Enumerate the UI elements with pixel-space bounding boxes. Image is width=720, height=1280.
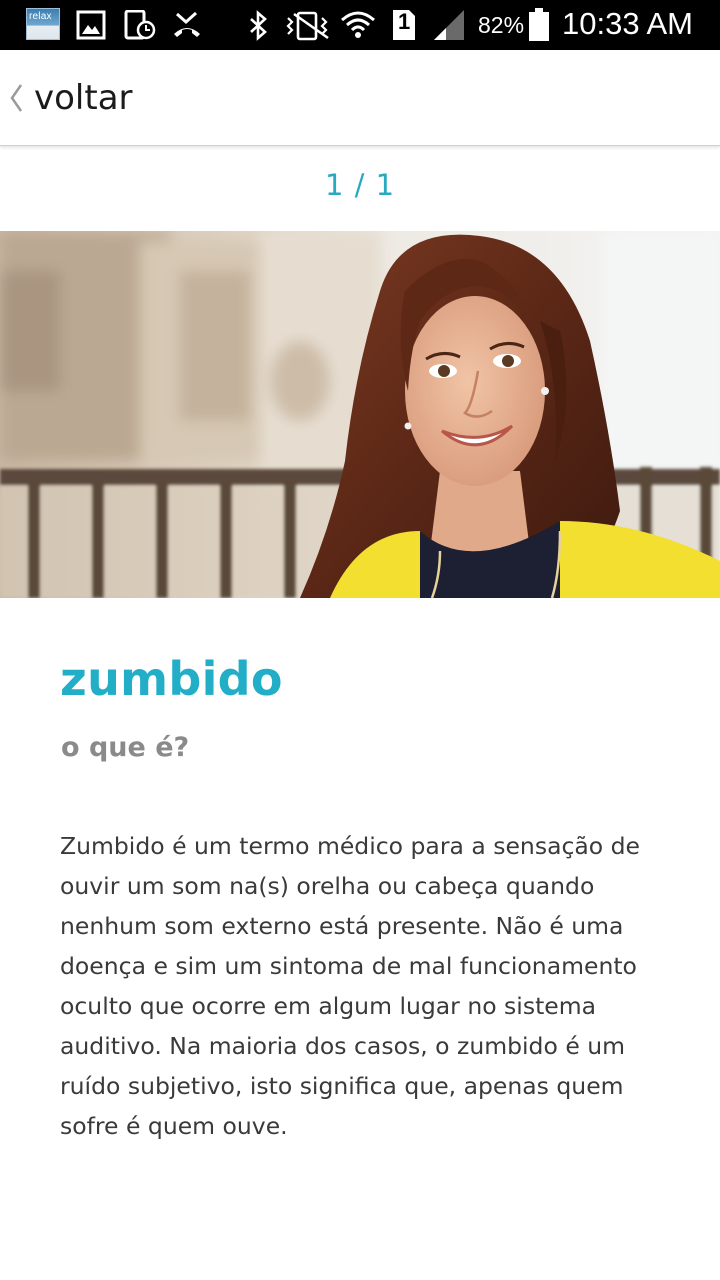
signal-icon [432,8,466,42]
relax-app-icon-label: relax [29,11,52,22]
chevron-left-icon [8,82,24,118]
clock: 10:33 AM [562,6,693,41]
gallery-icon [76,10,106,40]
missed-call-icon [172,10,202,40]
back-button[interactable]: voltar [6,68,166,128]
battery-percent: 82% [478,12,525,38]
vibrate-mute-icon [284,10,334,42]
status-bar: relax 1 82% 10:33 AM [0,0,720,50]
page-indicator: 1 / 1 [324,168,396,202]
back-label: voltar [34,78,133,118]
top-bar: voltar [0,50,720,146]
hero-photo [0,231,720,598]
relax-app-icon: relax [26,8,60,40]
device-timer-icon [124,10,156,40]
article-title: zumbido [60,652,283,706]
article-body: Zumbido é um termo médico para a sensaçã… [60,832,641,1140]
article-subtitle: o que é? [61,732,190,763]
sim-number: 1 [398,9,411,34]
wifi-icon [340,10,376,42]
battery-icon [528,8,550,42]
bluetooth-icon [246,10,272,42]
